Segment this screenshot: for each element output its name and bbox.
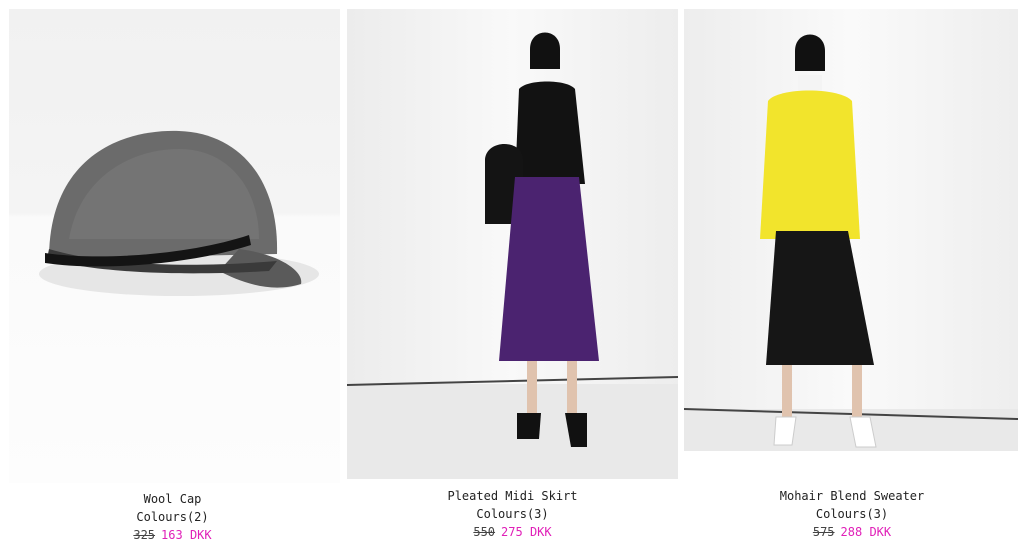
product-card-wool-cap[interactable]: Wool Cap Colours(2) 325 163 DKK	[0, 0, 345, 548]
product-caption: Mohair Blend Sweater Colours(3) 575 288 D…	[682, 487, 1022, 541]
product-image-mohair-blend-sweater[interactable]	[684, 9, 1018, 451]
product-name[interactable]: Pleated Midi Skirt	[345, 487, 680, 505]
product-price: 325 163 DKK	[0, 526, 345, 544]
product-colours[interactable]: Colours(3)	[682, 505, 1022, 523]
product-name[interactable]: Mohair Blend Sweater	[682, 487, 1022, 505]
sale-price: 288 DKK	[840, 525, 892, 539]
product-card-mohair-blend-sweater[interactable]: Mohair Blend Sweater Colours(3) 575 288 D…	[682, 0, 1022, 548]
original-price: 325	[133, 528, 156, 542]
original-price: 575	[812, 525, 835, 539]
product-card-pleated-midi-skirt[interactable]: Pleated Midi Skirt Colours(3) 550 275 DKK	[345, 0, 680, 548]
product-price: 575 288 DKK	[682, 523, 1022, 541]
product-caption: Pleated Midi Skirt Colours(3) 550 275 DKK	[345, 487, 680, 541]
product-image-pleated-midi-skirt[interactable]	[347, 9, 678, 479]
sale-price: 163 DKK	[161, 528, 212, 542]
product-price: 550 275 DKK	[345, 523, 680, 541]
product-caption: Wool Cap Colours(2) 325 163 DKK	[0, 490, 345, 544]
sale-price: 275 DKK	[501, 525, 552, 539]
product-colours[interactable]: Colours(3)	[345, 505, 680, 523]
product-image-wool-cap[interactable]	[9, 9, 340, 483]
product-name[interactable]: Wool Cap	[0, 490, 345, 508]
product-colours[interactable]: Colours(2)	[0, 508, 345, 526]
original-price: 550	[473, 525, 496, 539]
